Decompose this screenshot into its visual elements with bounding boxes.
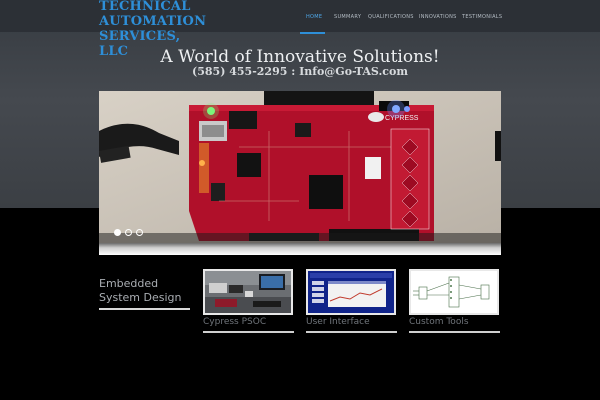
hero-tagline: A World of Innovative Solutions! [160,47,440,67]
board-brand-text: CYPRESS [385,115,419,122]
logo-line-2: AUTOMATION [99,14,207,29]
section-title: Embedded System Design [99,277,189,305]
nav-testimonials[interactable]: TESTIMONIALS [462,14,502,20]
nav-summary[interactable]: SUMMARY [334,14,361,20]
slider-dot-2[interactable] [125,229,132,236]
thumb-divider-3 [409,331,500,333]
top-bar [0,0,600,32]
ui-screenshot-image [308,271,394,313]
slider-dot-3[interactable] [136,229,143,236]
section-title-line-2: System Design [99,291,182,304]
slider-dot-1[interactable] [114,229,121,236]
nav-qualifications[interactable]: QUALIFICATIONS [368,14,414,20]
thumb-divider-2 [306,331,397,333]
thumb-label-cypress-psoc[interactable]: Cypress PSOC [203,317,266,327]
section-divider [99,308,190,310]
thumb-user-interface[interactable] [306,269,396,315]
slider-shadow [99,243,501,255]
hero-slider[interactable]: CYPRESS [99,91,501,243]
thumb-custom-tools[interactable] [409,269,499,315]
thumb-cypress-psoc[interactable] [203,269,293,315]
thumb-label-custom-tools[interactable]: Custom Tools [409,317,469,327]
thumb-label-user-interface[interactable]: User Interface [306,317,370,327]
hero-contact: (585) 455-2295 : Info@Go-TAS.com [192,65,408,78]
section-title-line-1: Embedded [99,277,159,290]
lab-workbench-image [205,271,291,313]
nav-active-indicator [300,32,325,34]
nav-innovations[interactable]: INNOVATIONS [419,14,457,20]
dev-board-image: CYPRESS [99,91,501,243]
nav-home[interactable]: HOME [306,14,322,20]
schematic-image [411,271,497,313]
logo-line-1: TECHNICAL [99,0,191,14]
thumb-divider-1 [203,331,294,333]
